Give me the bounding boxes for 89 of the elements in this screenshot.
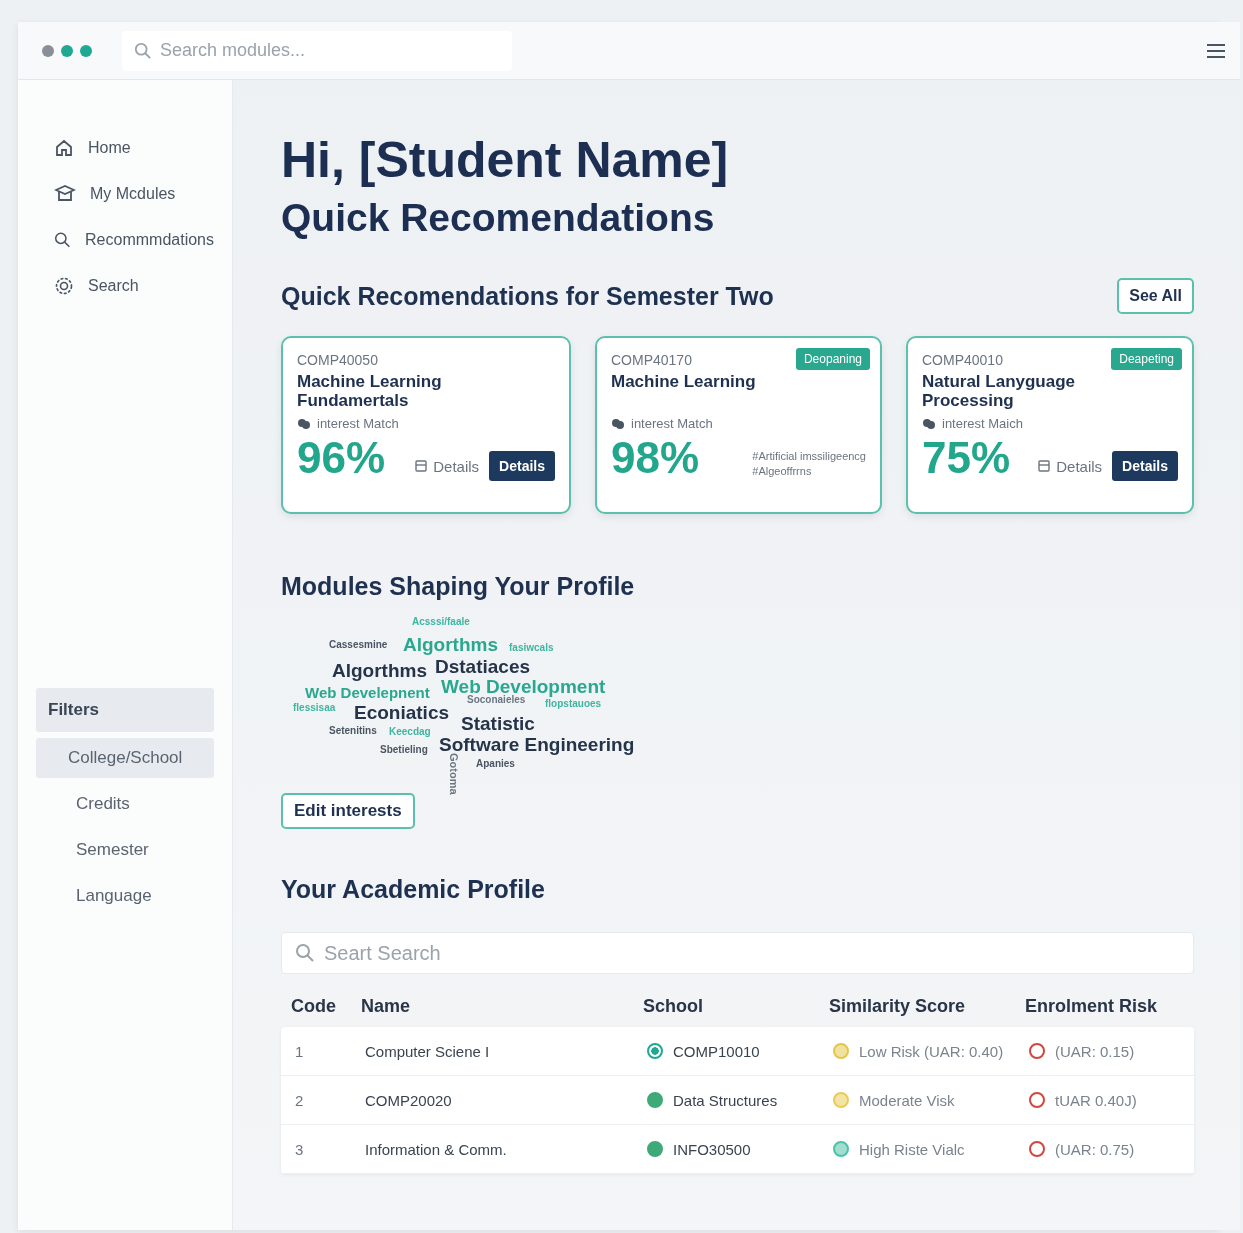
gear-icon bbox=[54, 276, 74, 296]
brain-icon bbox=[922, 416, 936, 431]
nav-item[interactable]: Search bbox=[54, 276, 214, 296]
table-cell-text: tUAR 0.40J) bbox=[1055, 1091, 1137, 1109]
nav-item[interactable]: Home bbox=[54, 138, 214, 158]
word-cloud-term: flessisaa bbox=[293, 703, 336, 713]
table-cell-text: High Riste Vialc bbox=[859, 1140, 965, 1158]
document-icon bbox=[1038, 460, 1051, 472]
table-cell-text: Data Structures bbox=[673, 1091, 778, 1109]
brain-icon bbox=[611, 416, 625, 431]
hashtag: #Artificial imssiligeencg bbox=[752, 450, 866, 462]
filter-item[interactable]: Semester bbox=[36, 830, 214, 870]
word-cloud-term: Software Engineering bbox=[439, 735, 635, 754]
match-percent: 96% bbox=[297, 435, 386, 481]
details-link[interactable]: Details bbox=[415, 457, 480, 475]
details-link[interactable]: Details bbox=[1038, 457, 1103, 475]
graduation-cap-icon bbox=[54, 184, 76, 204]
word-cloud-term: Web Develepnent bbox=[305, 685, 430, 700]
details-button[interactable]: Details bbox=[1112, 451, 1178, 481]
table-cell-text: Moderate Visk bbox=[859, 1091, 955, 1109]
word-cloud-term: Keecdag bbox=[389, 727, 431, 737]
details-button[interactable]: Details bbox=[489, 451, 555, 481]
table-cell: 3 bbox=[281, 1125, 351, 1174]
see-all-button[interactable]: See All bbox=[1117, 278, 1194, 314]
word-cloud-term: Dstatiaces bbox=[435, 657, 531, 676]
column-header: School bbox=[642, 996, 704, 1018]
search-icon bbox=[295, 943, 315, 963]
word-cloud-term: Acsssi/faale bbox=[412, 617, 470, 627]
menu-icon[interactable] bbox=[1206, 42, 1226, 59]
module-tag: Deapeting bbox=[1111, 348, 1182, 370]
nav-item[interactable]: Recommmdations bbox=[54, 230, 214, 250]
module-code: COMP40050 bbox=[297, 352, 378, 368]
word-cloud-term: Soconaieles bbox=[467, 695, 526, 705]
word-cloud-term: Gotoma bbox=[448, 753, 459, 795]
word-cloud-term: Setenitins bbox=[329, 726, 377, 736]
word-cloud-term: Statistic bbox=[461, 714, 535, 733]
nav-item[interactable]: My Mcdules bbox=[54, 184, 214, 204]
hashtag: #Algeoffrrns bbox=[752, 465, 813, 477]
module-title: Natural Lanyguage Processing bbox=[922, 372, 1077, 410]
search-icon bbox=[134, 41, 152, 60]
section-heading: Modules Shaping Your Profile bbox=[281, 572, 636, 601]
word-cloud-term: Algorthms bbox=[403, 635, 498, 654]
interest-match-label: interest Match bbox=[317, 416, 399, 431]
match-percent: 75% bbox=[922, 435, 1011, 481]
filters-heading: Filters bbox=[36, 688, 214, 732]
table-cell: COMP20020 bbox=[351, 1076, 633, 1125]
table-cell-text: (UAR: 0.15) bbox=[1055, 1042, 1135, 1060]
brain-icon bbox=[297, 416, 311, 431]
table-cell-text: Low Risk (UAR: 0.40) bbox=[859, 1042, 1004, 1060]
module-title: Machine Learning bbox=[611, 372, 757, 393]
module-code: COMP40010 bbox=[922, 352, 1003, 368]
page-subtitle: Quick Recomendations bbox=[281, 195, 716, 241]
home-icon bbox=[54, 138, 74, 158]
word-cloud-term: Web Development bbox=[441, 677, 606, 696]
table-cell-text: COMP10010 bbox=[673, 1042, 760, 1060]
word-cloud-term: fasiwcals bbox=[509, 643, 554, 653]
filter-item[interactable]: Language bbox=[36, 876, 214, 916]
column-header: Name bbox=[360, 996, 412, 1018]
table-cell: Information & Comm. bbox=[351, 1125, 633, 1174]
search-field[interactable]: Seart Search bbox=[281, 932, 1194, 974]
table-cell: 1 bbox=[281, 1027, 351, 1076]
column-header: Similarity Score bbox=[828, 996, 967, 1018]
column-header: Enrolment Risk bbox=[1024, 996, 1159, 1018]
section-heading: Quick Recomendations for Semester Two bbox=[281, 281, 774, 311]
table-cell-text: INFO30500 bbox=[673, 1140, 751, 1158]
word-cloud-term: Sbetieling bbox=[380, 745, 428, 755]
table-cell-text: (UAR: 0.75) bbox=[1055, 1140, 1135, 1158]
search-field[interactable]: Search modules... bbox=[122, 30, 512, 71]
filter-item[interactable]: Credits bbox=[36, 784, 214, 824]
table-cell: 2 bbox=[281, 1076, 351, 1125]
search-icon bbox=[54, 230, 72, 250]
module-title: Machine Learning Fundamertals bbox=[297, 372, 443, 410]
word-cloud-term: flopstauoes bbox=[545, 699, 602, 709]
column-header: Code bbox=[290, 996, 337, 1018]
word-cloud-term: Apanies bbox=[476, 759, 515, 769]
table-cell: Computer Sciene I bbox=[351, 1027, 633, 1076]
section-heading: Your Academic Profile bbox=[281, 875, 546, 904]
module-code: COMP40170 bbox=[611, 352, 692, 368]
word-cloud-term: Cassesmine bbox=[329, 640, 388, 650]
word-cloud-term: Algorthms bbox=[332, 661, 427, 680]
greeting-heading: Hi, [Student Name] bbox=[281, 131, 730, 190]
document-icon bbox=[415, 460, 428, 472]
interest-match-label: interest Maich bbox=[942, 416, 1023, 431]
edit-interests-button[interactable]: Edit interests bbox=[281, 793, 415, 829]
module-tag: Deopaning bbox=[795, 348, 870, 370]
word-cloud-term: Econiatics bbox=[354, 703, 450, 722]
interest-match-label: interest Match bbox=[631, 416, 713, 431]
match-percent: 98% bbox=[611, 435, 700, 481]
filter-item[interactable]: College/School bbox=[36, 738, 214, 778]
